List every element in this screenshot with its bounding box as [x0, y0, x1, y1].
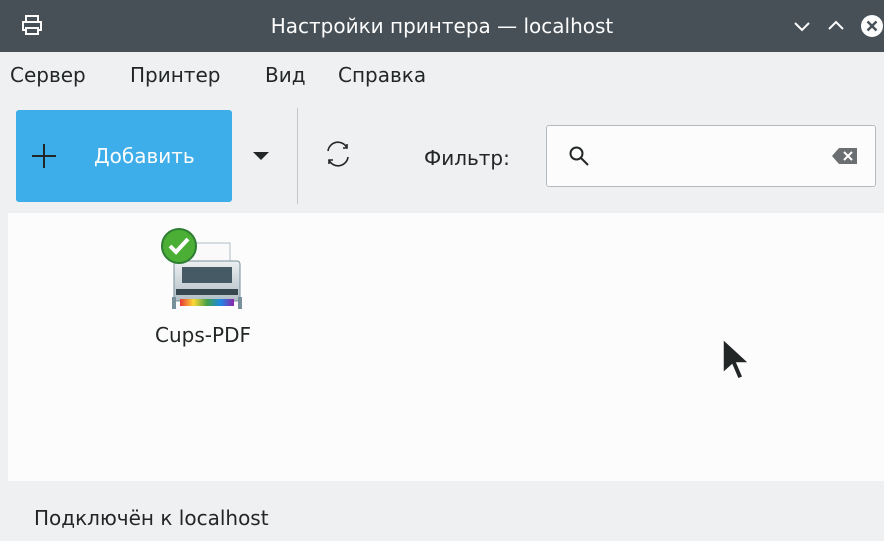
status-bar: Подключён к localhost [0, 481, 884, 541]
filter-input[interactable] [603, 136, 807, 178]
plus-icon [32, 144, 56, 168]
add-dropdown-button[interactable] [243, 110, 283, 202]
printer-settings-window: Настройки принтера — localhost Сервер Пр… [0, 0, 884, 541]
toolbar-separator [297, 108, 298, 204]
menu-printer[interactable]: Принтер [130, 52, 220, 98]
title-bar[interactable]: Настройки принтера — localhost [0, 0, 884, 52]
close-icon[interactable] [860, 14, 884, 38]
menu-help[interactable]: Справка [338, 52, 426, 98]
window-title: Настройки принтера — localhost [270, 14, 614, 38]
chevron-down-icon[interactable] [790, 14, 814, 38]
connection-status: Подключён к localhost [34, 506, 269, 530]
mouse-cursor-icon [722, 337, 751, 380]
search-icon [569, 146, 589, 166]
printer-item[interactable]: Cups-PDF [128, 227, 278, 367]
printer-name: Cups-PDF [155, 323, 251, 347]
refresh-button[interactable] [316, 128, 366, 184]
filter-label: Фильтр: [424, 146, 510, 170]
refresh-icon [327, 141, 349, 167]
add-button-label: Добавить [94, 144, 195, 168]
menu-server[interactable]: Сервер [10, 52, 86, 98]
toolbar: Добавить Фильтр: [0, 98, 884, 213]
add-printer-button[interactable]: Добавить [16, 110, 232, 202]
filter-field[interactable] [546, 125, 876, 187]
menu-view[interactable]: Вид [265, 52, 306, 98]
chevron-up-icon[interactable] [824, 14, 848, 38]
caret-down-icon [253, 152, 269, 160]
menu-bar: Сервер Принтер Вид Справка [0, 52, 884, 98]
clear-text-icon[interactable] [831, 146, 859, 166]
printer-list[interactable]: Cups-PDF [8, 213, 884, 481]
checkmark-badge-icon [161, 228, 197, 264]
